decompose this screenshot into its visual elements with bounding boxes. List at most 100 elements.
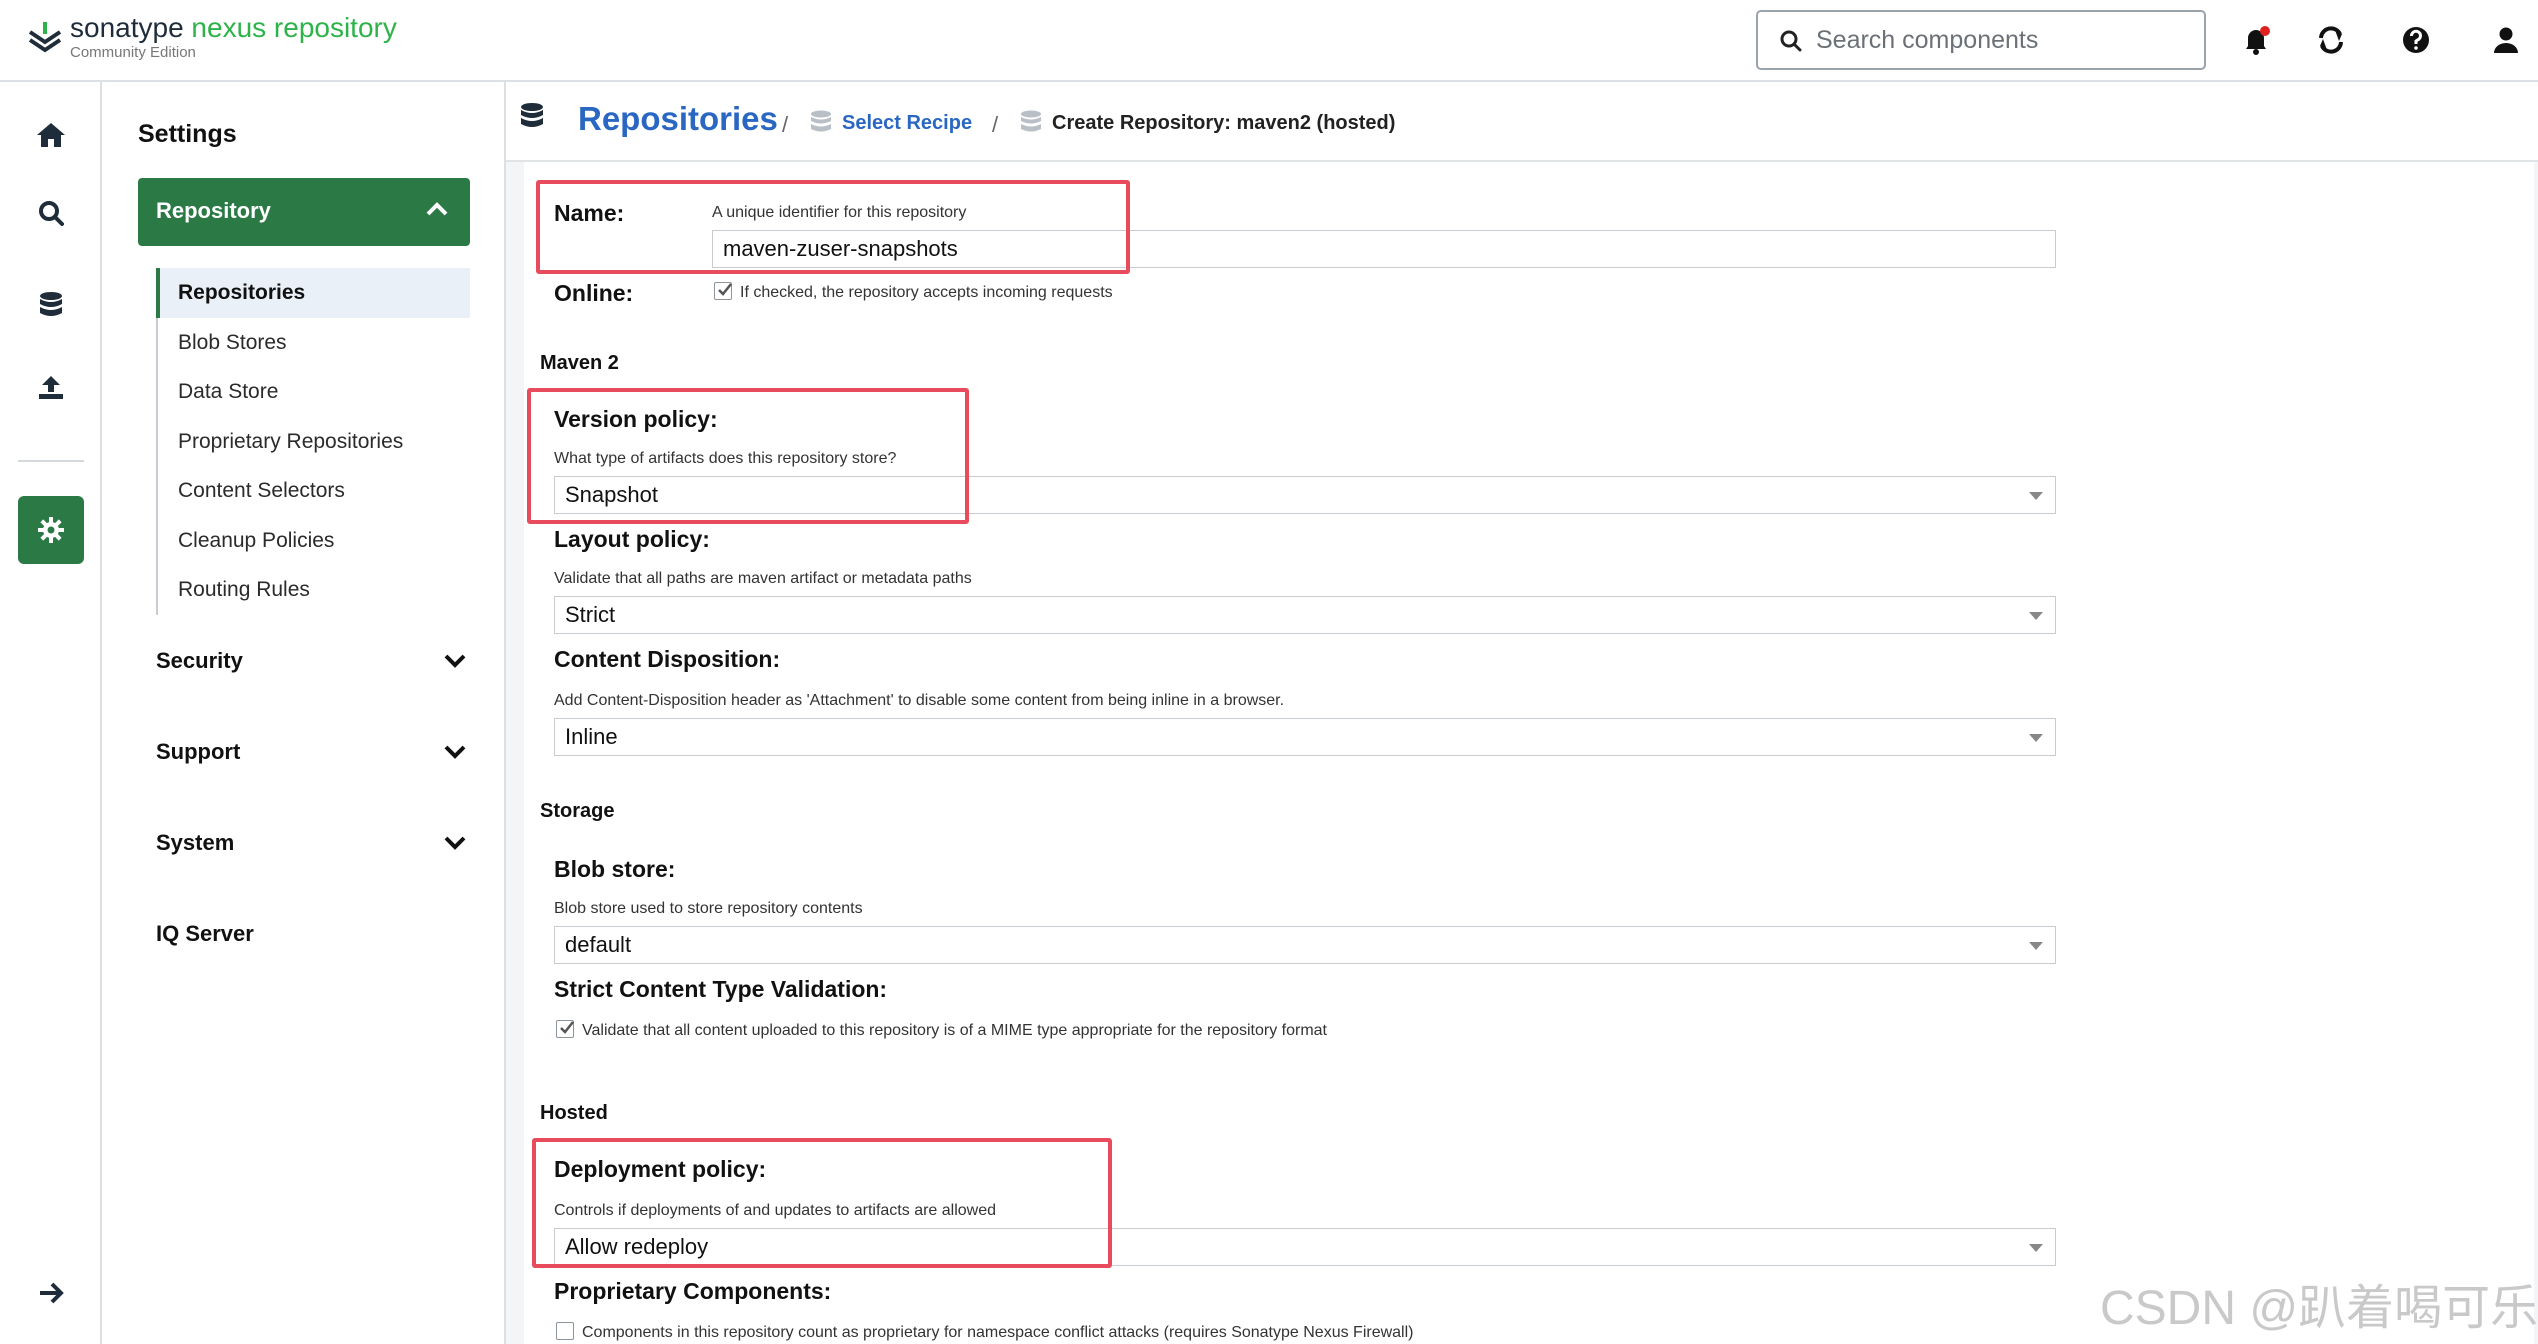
arrow-right-icon xyxy=(40,1282,64,1304)
name-input[interactable]: maven-zuser-snapshots xyxy=(712,230,2056,268)
sidebar-group-label: System xyxy=(156,830,235,855)
caret-down-icon xyxy=(2029,612,2043,620)
rail-settings[interactable] xyxy=(18,496,84,564)
hosted-section-title: Hosted xyxy=(540,1102,608,1124)
check-icon xyxy=(560,1021,574,1034)
sidebar-item-repositories[interactable]: Repositories xyxy=(156,268,470,318)
chevron-down-icon xyxy=(444,654,466,668)
content-disposition-value: Inline xyxy=(565,724,618,749)
deployment-policy-select[interactable]: Allow redeploy xyxy=(554,1228,2056,1266)
chevron-up-icon xyxy=(426,202,448,216)
sidebar-item-content-selectors[interactable]: Content Selectors xyxy=(158,466,470,516)
rail-upload[interactable] xyxy=(30,366,72,408)
proprietary-components-help: Components in this repository count as p… xyxy=(582,1324,1414,1341)
sidebar-title: Settings xyxy=(138,120,237,148)
strict-content-help: Validate that all content uploaded to th… xyxy=(582,1022,1327,1039)
recipe-database-icon xyxy=(811,110,831,132)
caret-down-icon xyxy=(2029,942,2043,950)
check-icon xyxy=(718,283,732,296)
home-icon xyxy=(37,123,65,147)
sidebar-group-support[interactable]: Support xyxy=(156,733,470,773)
breadcrumb-separator: / xyxy=(992,112,999,137)
blob-store-select[interactable]: default xyxy=(554,926,2056,964)
search-icon xyxy=(39,201,64,226)
search-icon xyxy=(1780,30,1802,52)
name-help: A unique identifier for this repository xyxy=(712,204,967,221)
user-icon[interactable] xyxy=(2488,22,2524,58)
sidebar-group-iq-server[interactable]: IQ Server xyxy=(156,915,470,955)
brand-name[interactable]: sonatype nexus repository xyxy=(70,12,397,44)
version-policy-label: Version policy: xyxy=(554,406,718,432)
left-rail xyxy=(0,82,102,1344)
sidebar-group-label: IQ Server xyxy=(156,921,254,946)
top-header: sonatype nexus repository Community Edit… xyxy=(0,0,2538,82)
online-label: Online: xyxy=(554,280,634,306)
database-icon xyxy=(40,292,62,316)
current-database-icon xyxy=(1021,110,1041,132)
sidebar-group-security[interactable]: Security xyxy=(156,642,470,682)
caret-down-icon xyxy=(2029,492,2043,500)
watermark: CSDN @趴着喝可乐 xyxy=(2100,1282,2538,1335)
sidebar-group-repository[interactable]: Repository xyxy=(138,178,470,246)
caret-down-icon xyxy=(2029,1244,2043,1252)
sidebar-group-label: Security xyxy=(156,648,243,673)
refresh-icon[interactable] xyxy=(2313,22,2349,58)
deployment-policy-value: Allow redeploy xyxy=(565,1234,709,1259)
breadcrumb-current: Create Repository: maven2 (hosted) xyxy=(1052,112,1396,134)
help-icon[interactable] xyxy=(2398,22,2434,58)
search-box[interactable] xyxy=(1756,10,2206,70)
rail-home[interactable] xyxy=(30,114,72,156)
sidebar-item-proprietary-repositories[interactable]: Proprietary Repositories xyxy=(158,417,470,467)
search-input[interactable] xyxy=(1814,18,2194,62)
edition-label: Community Edition xyxy=(70,44,196,61)
maven-section-title: Maven 2 xyxy=(540,352,619,374)
sidebar-group-label: Repository xyxy=(156,198,271,223)
layout-policy-label: Layout policy: xyxy=(554,526,710,552)
brand-accent: nexus repository xyxy=(191,12,397,43)
layout-policy-value: Strict xyxy=(565,602,616,627)
chevron-down-icon xyxy=(444,836,466,850)
rail-divider xyxy=(18,460,84,462)
sidebar-item-data-store[interactable]: Data Store xyxy=(158,367,470,417)
sidebar-group-system[interactable]: System xyxy=(156,824,470,864)
sidebar-repository-items: Repositories Blob Stores Data Store Prop… xyxy=(156,268,470,615)
strict-content-checkbox[interactable] xyxy=(556,1020,574,1038)
sidebar-item-blob-stores[interactable]: Blob Stores xyxy=(158,318,470,368)
chevron-down-icon xyxy=(444,745,466,759)
breadcrumb-select-recipe[interactable]: Select Recipe xyxy=(842,112,972,135)
version-policy-select[interactable]: Snapshot xyxy=(554,476,2056,514)
content-disposition-label: Content Disposition: xyxy=(554,646,781,672)
main-content: Repositories / Select Recipe / Create Re… xyxy=(506,82,2538,1344)
breadcrumb-repositories[interactable]: Repositories xyxy=(578,100,778,138)
blob-store-help: Blob store used to store repository cont… xyxy=(554,900,863,917)
breadcrumb: Repositories / Select Recipe / Create Re… xyxy=(506,82,2538,162)
content-disposition-select[interactable]: Inline xyxy=(554,718,2056,756)
name-label: Name: xyxy=(554,200,625,226)
sidebar-item-cleanup-policies[interactable]: Cleanup Policies xyxy=(158,516,470,566)
proprietary-components-label: Proprietary Components: xyxy=(554,1278,832,1304)
version-policy-value: Snapshot xyxy=(565,482,658,507)
online-checkbox[interactable] xyxy=(714,282,732,300)
proprietary-components-checkbox[interactable] xyxy=(556,1322,574,1340)
deployment-policy-label: Deployment policy: xyxy=(554,1156,767,1182)
content-disposition-help: Add Content-Disposition header as 'Attac… xyxy=(554,692,1285,709)
online-help: If checked, the repository accepts incom… xyxy=(740,284,1113,301)
layout-policy-select[interactable]: Strict xyxy=(554,596,2056,634)
strict-content-label: Strict Content Type Validation: xyxy=(554,976,888,1002)
deployment-policy-help: Controls if deployments of and updates t… xyxy=(554,1202,997,1219)
bell-icon[interactable] xyxy=(2238,22,2274,58)
rail-expand[interactable] xyxy=(30,1272,72,1314)
database-icon xyxy=(521,103,543,127)
blob-store-label: Blob store: xyxy=(554,856,676,882)
layout-policy-help: Validate that all paths are maven artifa… xyxy=(554,570,972,587)
sidebar-item-routing-rules[interactable]: Routing Rules xyxy=(158,565,470,615)
rail-browse[interactable] xyxy=(30,284,72,326)
brand-primary: sonatype xyxy=(70,12,184,43)
create-repository-form: Name: A unique identifier for this repos… xyxy=(524,162,2534,1344)
blob-store-value: default xyxy=(565,932,632,957)
version-policy-help: What type of artifacts does this reposit… xyxy=(554,450,897,467)
upload-icon xyxy=(39,376,63,399)
sonatype-logo-icon[interactable] xyxy=(26,18,64,58)
sidebar-group-label: Support xyxy=(156,739,241,764)
rail-search[interactable] xyxy=(30,192,72,234)
